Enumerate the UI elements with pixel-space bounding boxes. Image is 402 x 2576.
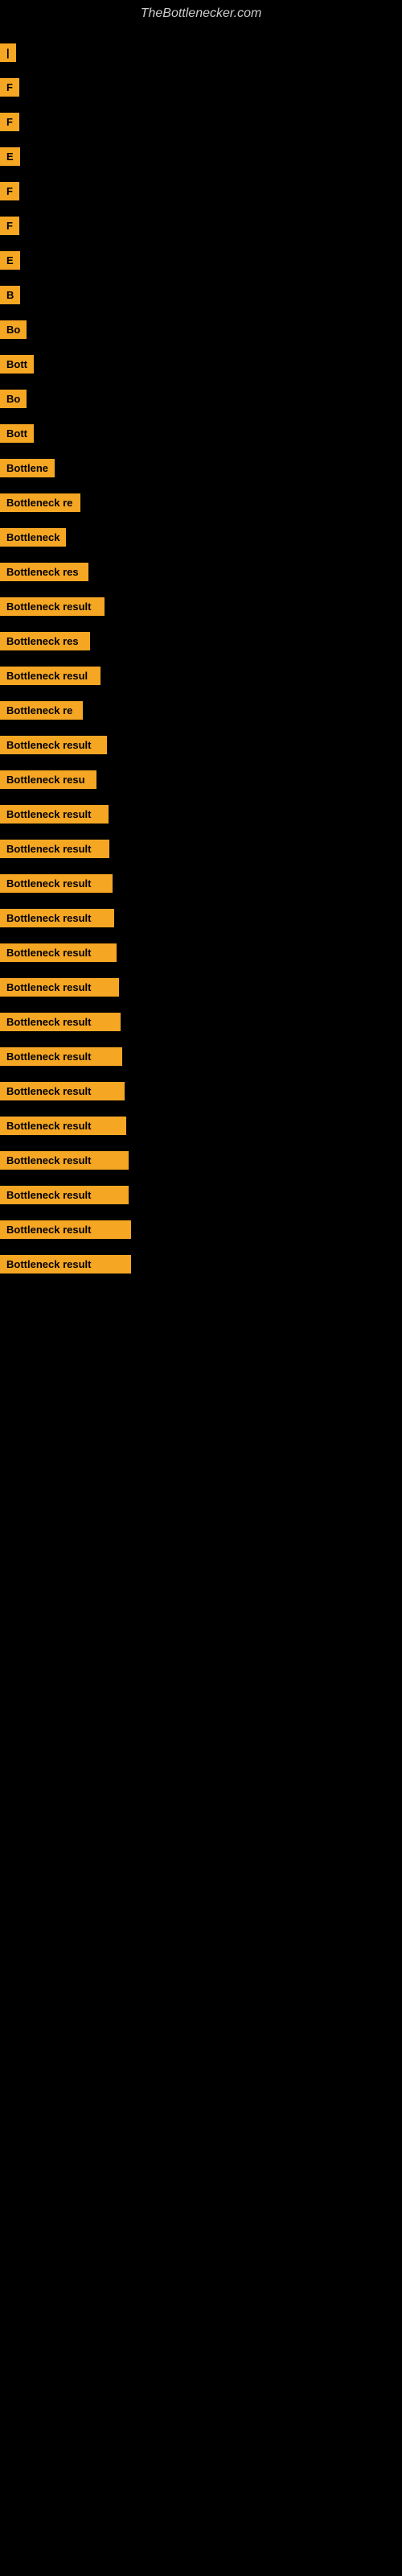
bottleneck-label-22: Bottleneck resu bbox=[0, 770, 96, 789]
bottleneck-row-1: | bbox=[0, 35, 402, 70]
bottleneck-row-11: Bo bbox=[0, 382, 402, 416]
bottleneck-row-13: Bottlene bbox=[0, 451, 402, 485]
bottleneck-label-23: Bottleneck result bbox=[0, 805, 109, 824]
bottleneck-row-36: Bottleneck result bbox=[0, 1247, 402, 1282]
bottleneck-row-27: Bottleneck result bbox=[0, 935, 402, 970]
bottleneck-label-32: Bottleneck result bbox=[0, 1117, 126, 1135]
bottleneck-label-24: Bottleneck result bbox=[0, 840, 109, 858]
bottleneck-label-21: Bottleneck result bbox=[0, 736, 107, 754]
bottleneck-label-25: Bottleneck result bbox=[0, 874, 113, 893]
bottleneck-label-10: Bott bbox=[0, 355, 34, 374]
bottleneck-label-16: Bottleneck res bbox=[0, 563, 88, 581]
bottleneck-row-16: Bottleneck res bbox=[0, 555, 402, 589]
bottleneck-row-6: F bbox=[0, 208, 402, 243]
bottleneck-row-25: Bottleneck result bbox=[0, 866, 402, 901]
bottleneck-label-13: Bottlene bbox=[0, 459, 55, 477]
bottleneck-row-19: Bottleneck resul bbox=[0, 658, 402, 693]
bottleneck-row-30: Bottleneck result bbox=[0, 1039, 402, 1074]
bottleneck-label-17: Bottleneck result bbox=[0, 597, 105, 616]
bottleneck-label-4: E bbox=[0, 147, 20, 166]
bottleneck-row-24: Bottleneck result bbox=[0, 832, 402, 866]
bottleneck-label-35: Bottleneck result bbox=[0, 1220, 131, 1239]
bottleneck-row-12: Bott bbox=[0, 416, 402, 451]
bottleneck-label-5: F bbox=[0, 182, 19, 200]
bottleneck-label-7: E bbox=[0, 251, 20, 270]
bottleneck-label-28: Bottleneck result bbox=[0, 978, 119, 997]
bottleneck-label-8: B bbox=[0, 286, 20, 304]
bottleneck-row-10: Bott bbox=[0, 347, 402, 382]
bottleneck-row-20: Bottleneck re bbox=[0, 693, 402, 728]
items-container: |FFEFFEBBoBottBoBottBottleneBottleneck r… bbox=[0, 27, 402, 1290]
bottleneck-row-17: Bottleneck result bbox=[0, 589, 402, 624]
bottleneck-row-15: Bottleneck bbox=[0, 520, 402, 555]
bottleneck-row-32: Bottleneck result bbox=[0, 1108, 402, 1143]
bottleneck-label-29: Bottleneck result bbox=[0, 1013, 121, 1031]
bottleneck-row-22: Bottleneck resu bbox=[0, 762, 402, 797]
bottleneck-row-2: F bbox=[0, 70, 402, 105]
bottleneck-label-15: Bottleneck bbox=[0, 528, 66, 547]
bottleneck-row-29: Bottleneck result bbox=[0, 1005, 402, 1039]
bottleneck-row-7: E bbox=[0, 243, 402, 278]
bottleneck-row-23: Bottleneck result bbox=[0, 797, 402, 832]
bottleneck-row-21: Bottleneck result bbox=[0, 728, 402, 762]
bottleneck-row-3: F bbox=[0, 105, 402, 139]
bottleneck-label-27: Bottleneck result bbox=[0, 943, 117, 962]
bottleneck-label-2: F bbox=[0, 78, 19, 97]
bottleneck-row-31: Bottleneck result bbox=[0, 1074, 402, 1108]
bottleneck-label-9: Bo bbox=[0, 320, 27, 339]
bottleneck-label-34: Bottleneck result bbox=[0, 1186, 129, 1204]
bottleneck-label-6: F bbox=[0, 217, 19, 235]
bottleneck-row-4: E bbox=[0, 139, 402, 174]
bottleneck-label-36: Bottleneck result bbox=[0, 1255, 131, 1274]
bottleneck-row-28: Bottleneck result bbox=[0, 970, 402, 1005]
bottleneck-label-11: Bo bbox=[0, 390, 27, 408]
bottleneck-row-8: B bbox=[0, 278, 402, 312]
site-title: TheBottlenecker.com bbox=[0, 0, 402, 27]
bottleneck-row-35: Bottleneck result bbox=[0, 1212, 402, 1247]
bottleneck-label-3: F bbox=[0, 113, 19, 131]
bottleneck-label-12: Bott bbox=[0, 424, 34, 443]
bottleneck-label-14: Bottleneck re bbox=[0, 493, 80, 512]
bottleneck-row-33: Bottleneck result bbox=[0, 1143, 402, 1178]
bottleneck-row-14: Bottleneck re bbox=[0, 485, 402, 520]
bottleneck-row-9: Bo bbox=[0, 312, 402, 347]
bottleneck-label-33: Bottleneck result bbox=[0, 1151, 129, 1170]
bottleneck-label-1: | bbox=[0, 43, 16, 62]
bottleneck-row-5: F bbox=[0, 174, 402, 208]
site-title-container: TheBottlenecker.com bbox=[0, 0, 402, 27]
bottleneck-label-20: Bottleneck re bbox=[0, 701, 83, 720]
bottleneck-label-30: Bottleneck result bbox=[0, 1047, 122, 1066]
bottleneck-label-26: Bottleneck result bbox=[0, 909, 114, 927]
bottleneck-label-19: Bottleneck resul bbox=[0, 667, 100, 685]
bottleneck-row-34: Bottleneck result bbox=[0, 1178, 402, 1212]
bottleneck-row-26: Bottleneck result bbox=[0, 901, 402, 935]
bottleneck-row-18: Bottleneck res bbox=[0, 624, 402, 658]
bottleneck-label-18: Bottleneck res bbox=[0, 632, 90, 650]
bottleneck-label-31: Bottleneck result bbox=[0, 1082, 125, 1100]
